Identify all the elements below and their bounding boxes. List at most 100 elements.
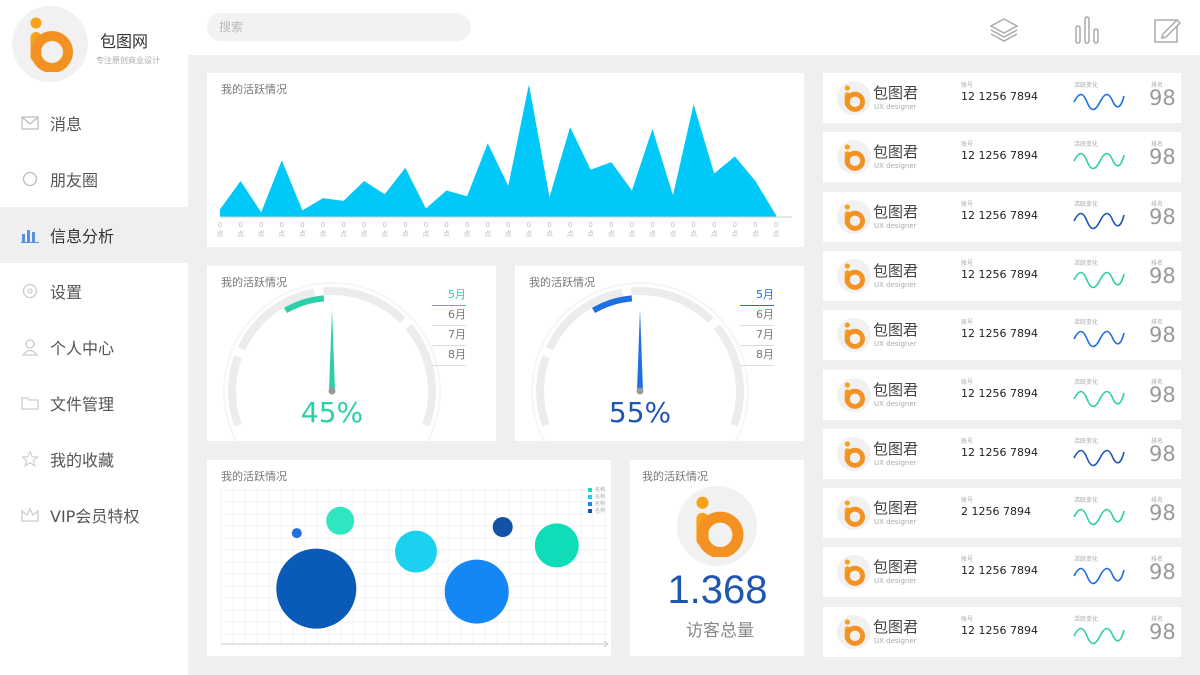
x-tick-label: 点 [340, 230, 347, 238]
user-role: UX designer [874, 577, 917, 586]
month-option[interactable]: 8月 [432, 346, 466, 366]
visitor-total-label: 访客总量 [686, 621, 754, 641]
user-list-item[interactable]: 包图君 UX designer 账号 12 1256 7894 活跃变化 排名 98 [823, 250, 1181, 301]
x-tick-label: 0 [630, 221, 634, 229]
sidebar-item-label: 文件管理 [50, 395, 115, 414]
account-label: 账号 [961, 378, 974, 386]
user-role: UX designer [874, 280, 917, 289]
x-tick-label: 0 [588, 221, 592, 229]
account-label: 账号 [961, 259, 974, 267]
activity-label: 活跃变化 [1074, 378, 1099, 386]
sidebar-item-0[interactable]: 消息 [0, 95, 188, 151]
user-list-item[interactable]: 包图君 UX designer 账号 12 1256 7894 活跃变化 排名 98 [823, 310, 1181, 361]
crown-icon [20, 505, 40, 525]
x-tick-label: 点 [587, 230, 594, 238]
legend-swatch [587, 494, 592, 499]
x-tick-label: 点 [217, 230, 224, 238]
user-role: UX designer [874, 518, 917, 527]
edit-icon[interactable] [1151, 14, 1183, 46]
x-tick-label: 点 [381, 230, 388, 238]
activity-label: 活跃变化 [1074, 615, 1099, 623]
activity-label: 活跃变化 [1074, 259, 1099, 267]
user-list-item[interactable]: 包图君 UX designer 账号 12 1256 7894 活跃变化 排名 98 [823, 428, 1181, 479]
month-option[interactable]: 8月 [740, 346, 774, 366]
x-tick-label: 0 [485, 221, 489, 229]
user-list-item[interactable]: 包图君 UX designer 账号 12 1256 7894 活跃变化 排名 98 [823, 132, 1181, 183]
sidebar-item-5[interactable]: 文件管理 [0, 375, 188, 431]
area-series [220, 84, 776, 217]
x-tick-label: 0 [465, 221, 469, 229]
sidebar-item-7[interactable]: VIP会员特权 [0, 487, 188, 543]
avatar [837, 199, 871, 234]
gauge-value-2: 55% [608, 396, 672, 429]
sidebar-item-label: 消息 [50, 115, 83, 134]
x-tick-label: 0 [403, 221, 407, 229]
user-list-item[interactable]: 包图君 UX designer 账号 2 1256 7894 活跃变化 排名 98 [823, 488, 1181, 539]
bubble-point [534, 523, 579, 568]
account-number: 2 1256 7894 [961, 505, 1031, 519]
brand-name: 包图网 [100, 32, 149, 51]
x-tick-label: 点 [546, 230, 553, 238]
x-tick-label: 0 [362, 221, 366, 229]
month-option[interactable]: 5月 [740, 286, 774, 306]
sidebar-item-label: 信息分析 [50, 227, 115, 246]
user-name: 包图君 [873, 143, 919, 162]
bubble-point [444, 559, 509, 624]
bubble-chart [220, 489, 609, 648]
x-tick-label: 0 [383, 221, 387, 229]
x-tick-label: 点 [299, 230, 306, 238]
legend-label: 名称 [594, 494, 605, 500]
activity-sparkline [1073, 212, 1125, 229]
rank-value: 98 [1149, 263, 1176, 288]
visitor-logo [677, 486, 757, 566]
legend-label: 名称 [594, 487, 605, 493]
bars-icon[interactable] [1071, 14, 1103, 46]
brand-logo-icon [844, 263, 865, 290]
activity-area-chart: 0点0点0点0点0点0点0点0点0点0点0点0点0点0点0点0点0点0点0点0点… [217, 84, 792, 238]
user-list-item[interactable]: 包图君 UX designer 账号 12 1256 7894 活跃变化 排名 98 [823, 606, 1181, 657]
search-input[interactable] [207, 13, 471, 41]
user-role: UX designer [874, 221, 917, 230]
month-option[interactable]: 5月 [432, 286, 466, 306]
user-name: 包图君 [873, 558, 919, 577]
avatar [837, 258, 871, 293]
visitor-card: 我的活跃情况 1.368 访客总量 [630, 460, 804, 656]
user-list-item[interactable]: 包图君 UX designer 账号 12 1256 7894 活跃变化 排名 98 [823, 369, 1181, 420]
x-tick-label: 点 [258, 230, 265, 238]
avatar [837, 377, 871, 412]
user-name: 包图君 [873, 380, 919, 399]
user-list-item[interactable]: 包图君 UX designer 账号 12 1256 7894 活跃变化 排名 98 [823, 191, 1181, 242]
circle-icon [20, 169, 40, 189]
sidebar-item-6[interactable]: 我的收藏 [0, 431, 188, 487]
month-option[interactable]: 7月 [740, 326, 774, 346]
user-list-item[interactable]: 包图君 UX designer 账号 12 1256 7894 活跃变化 排名 98 [823, 547, 1181, 598]
x-tick-label: 0 [650, 221, 654, 229]
x-tick-label: 点 [731, 230, 738, 238]
user-role: UX designer [874, 340, 917, 349]
bubble-card: 我的活跃情况 名称 名称 名称 名称 [207, 460, 611, 656]
activity-label: 活跃变化 [1074, 497, 1099, 505]
month-option[interactable]: 6月 [432, 306, 466, 326]
brand-logo-icon [844, 381, 865, 409]
sidebar-item-2[interactable]: 信息分析 [0, 207, 188, 263]
account-number: 12 1256 7894 [961, 623, 1038, 637]
activity-sparkline [1073, 568, 1125, 585]
x-tick-label: 点 [773, 230, 780, 238]
rank-value: 98 [1149, 86, 1176, 110]
user-list-item[interactable]: 包图君 UX designer 账号 12 1256 7894 活跃变化 排名 98 [823, 73, 1181, 123]
user-icon [20, 337, 40, 357]
month-option[interactable]: 6月 [740, 306, 774, 326]
activity-label: 活跃变化 [1074, 319, 1099, 327]
month-option[interactable]: 7月 [432, 326, 466, 346]
sidebar-item-3[interactable]: 设置 [0, 263, 188, 319]
layers-icon[interactable] [988, 14, 1020, 46]
x-tick-label: 0 [300, 221, 304, 229]
gauge-needle-hub [636, 387, 644, 395]
sidebar-item-4[interactable]: 个人中心 [0, 319, 188, 375]
sidebar-item-1[interactable]: 朋友圈 [0, 151, 188, 207]
gauge-value-1: 45% [300, 396, 364, 429]
card-title: 我的活跃情况 [642, 470, 708, 483]
activity-sparkline [1073, 627, 1125, 644]
account-number: 12 1256 7894 [961, 267, 1038, 281]
activity-label: 活跃变化 [1074, 200, 1099, 208]
